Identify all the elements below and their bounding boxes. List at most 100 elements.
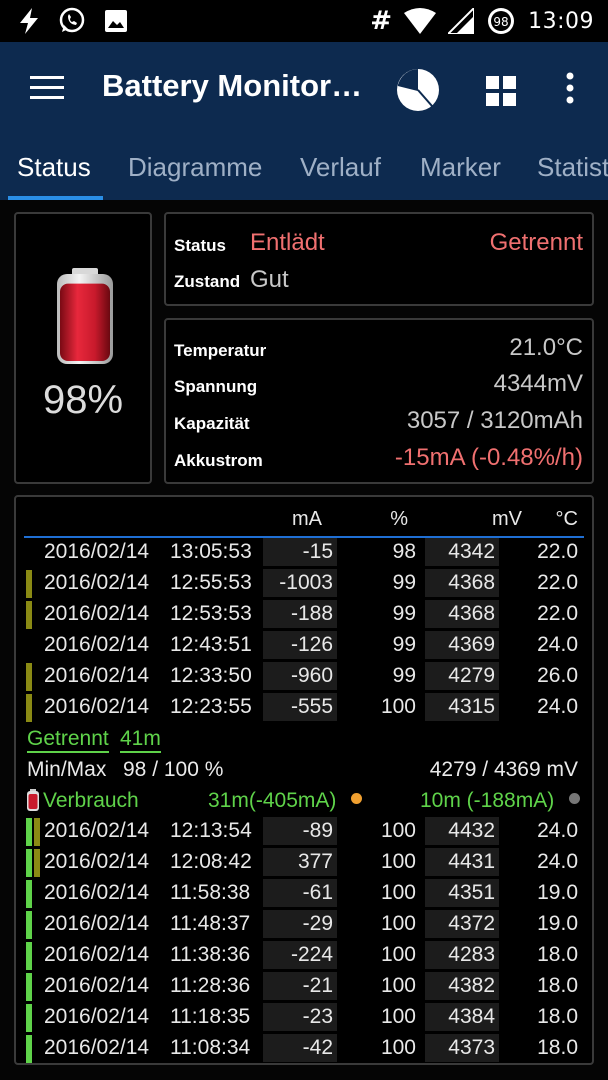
cell-date: 2016/02/14 <box>44 540 150 563</box>
table-row: 2016/02/14 11:18:35 -23 100 4384 18.0 <box>24 1003 584 1033</box>
cell-time: 12:13:54 <box>170 819 252 842</box>
cell-time: 11:08:34 <box>170 1036 251 1059</box>
cell-time: 11:48:37 <box>170 912 251 935</box>
cell-temp: 24.0 <box>537 633 578 656</box>
hash-indicator: # <box>370 6 393 36</box>
clock: 13:09 <box>528 8 594 34</box>
cell-mv: 4368 <box>425 569 499 597</box>
cell-ma: 377 <box>263 848 337 876</box>
cell-percent: 100 <box>380 912 416 935</box>
grid-icon[interactable] <box>486 76 516 110</box>
zustand-value: Gut <box>250 266 289 293</box>
cell-temp: 22.0 <box>537 571 578 594</box>
tab-status[interactable]: Status <box>17 152 91 183</box>
cell-percent: 100 <box>380 850 416 873</box>
current-label: Akkustrom <box>174 451 263 470</box>
cell-date: 2016/02/14 <box>44 664 150 687</box>
cell-percent: 100 <box>380 1005 416 1028</box>
battery-graphic <box>57 268 113 364</box>
olive-marker-bar <box>26 570 32 598</box>
cell-time: 12:08:42 <box>170 850 252 873</box>
image-icon <box>104 9 128 33</box>
pie-chart-icon[interactable] <box>394 66 442 118</box>
cell-temp: 24.0 <box>537 850 578 873</box>
cell-time: 12:23:55 <box>170 695 252 718</box>
cell-time: 11:18:35 <box>170 1005 251 1028</box>
cell-temp: 19.0 <box>537 912 578 935</box>
cell-ma: -224 <box>263 941 337 969</box>
cell-mv: 4368 <box>425 600 499 628</box>
cell-ma: -126 <box>263 631 337 659</box>
olive-marker-bar <box>26 601 32 629</box>
cell-mv: 4315 <box>425 693 499 721</box>
cell-temp: 18.0 <box>537 1005 578 1028</box>
green-marker-bar <box>26 849 32 877</box>
battery-icon: 98 <box>486 6 516 36</box>
cell-mv: 4373 <box>425 1034 499 1062</box>
more-vert-icon[interactable] <box>564 72 576 108</box>
minmax-percent: 98 / 100 % <box>123 758 224 781</box>
table-row: 2016/02/14 12:13:54 -89 100 4432 24.0 <box>24 817 584 847</box>
cell-mv: 4382 <box>425 972 499 1000</box>
cell-mv: 4372 <box>425 910 499 938</box>
olive-marker-bar <box>34 849 40 877</box>
cell-percent: 99 <box>392 633 416 656</box>
cell-temp: 19.0 <box>537 881 578 904</box>
olive-marker-bar <box>26 694 32 722</box>
table-row: 2016/02/14 11:08:34 -42 100 4373 18.0 <box>24 1034 584 1064</box>
header-temp: °C <box>555 508 578 530</box>
table-row: 2016/02/14 11:48:37 -29 100 4372 19.0 <box>24 910 584 940</box>
cell-time: 12:43:51 <box>170 633 252 656</box>
tab-marker[interactable]: Marker <box>420 152 501 183</box>
table-row: 2016/02/14 12:23:55 -555 100 4315 24.0 <box>24 693 584 723</box>
capacity-label: Kapazität <box>174 414 250 433</box>
voltage-value: 4344mV <box>493 370 583 397</box>
green-marker-bar <box>26 818 32 846</box>
status-dot-grey <box>569 793 580 804</box>
table-header: mA % mV °C <box>24 508 584 538</box>
tab-diagramme[interactable]: Diagramme <box>128 152 262 183</box>
cell-temp: 26.0 <box>537 664 578 687</box>
cell-mv: 4384 <box>425 1003 499 1031</box>
status-label: Status <box>174 236 226 255</box>
separator-status: Getrennt <box>27 727 109 753</box>
cell-date: 2016/02/14 <box>44 633 150 656</box>
header-percent: % <box>390 508 408 530</box>
table-row: 2016/02/14 12:53:53 -188 99 4368 22.0 <box>24 600 584 630</box>
cell-mv: 4369 <box>425 631 499 659</box>
cell-date: 2016/02/14 <box>44 850 150 873</box>
olive-marker-bar <box>26 663 32 691</box>
cell-percent: 99 <box>392 571 416 594</box>
cell-date: 2016/02/14 <box>44 819 150 842</box>
cell-mv: 4279 <box>425 662 499 690</box>
tab-statistik[interactable]: Statist <box>537 152 608 183</box>
verbrauch-value-b: 10m (-188mA) <box>420 789 555 812</box>
cell-date: 2016/02/14 <box>44 912 150 935</box>
temperature-value: 21.0°C <box>509 334 583 361</box>
cell-percent: 98 <box>392 540 416 563</box>
cell-temp: 18.0 <box>537 974 578 997</box>
cell-ma: -188 <box>263 600 337 628</box>
green-marker-bar <box>26 942 32 970</box>
cell-mv: 4432 <box>425 817 499 845</box>
cell-time: 12:55:53 <box>170 571 252 594</box>
status-value: Entlädt <box>250 229 325 256</box>
menu-icon[interactable] <box>30 76 64 102</box>
cell-date: 2016/02/14 <box>44 943 150 966</box>
cell-mv: 4283 <box>425 941 499 969</box>
cell-ma: -42 <box>263 1034 337 1062</box>
table-row: 2016/02/14 12:43:51 -126 99 4369 24.0 <box>24 631 584 661</box>
tab-bar: Status Diagramme Verlauf Marker Statist <box>0 138 608 200</box>
cell-percent: 99 <box>392 664 416 687</box>
table-row: 2016/02/14 12:55:53 -1003 99 4368 22.0 <box>24 569 584 599</box>
system-status-bar: # 98 13:09 <box>0 0 608 42</box>
minmax-voltage: 4279 / 4369 mV <box>429 758 578 781</box>
cell-percent: 100 <box>380 819 416 842</box>
verbrauch-value-a: 31m(-405mA) <box>208 789 337 812</box>
table-row: 2016/02/14 11:38:36 -224 100 4283 18.0 <box>24 941 584 971</box>
cell-percent: 100 <box>380 943 416 966</box>
cell-date: 2016/02/14 <box>44 602 150 625</box>
tab-verlauf[interactable]: Verlauf <box>300 152 381 183</box>
cell-ma: -29 <box>263 910 337 938</box>
battery-small-icon <box>26 789 40 815</box>
